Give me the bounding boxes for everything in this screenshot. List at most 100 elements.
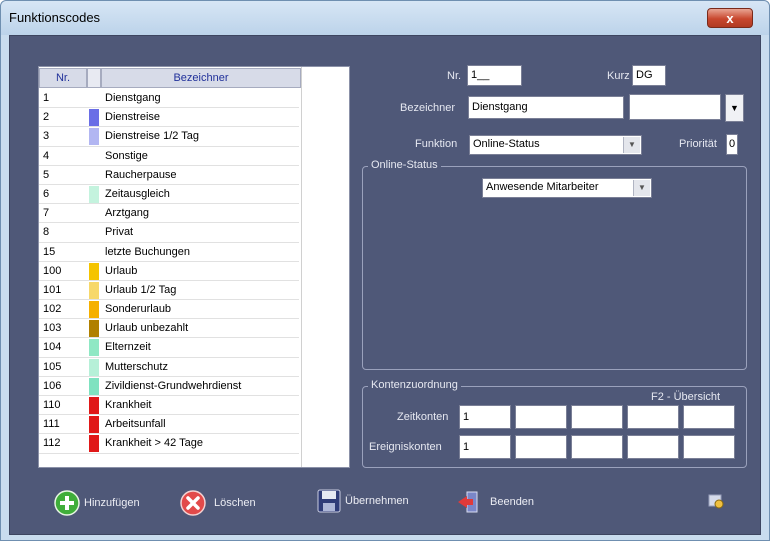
client-area: Nr. Bezeichner 1 Dienstgang 2 Dienstreise 3 D…	[9, 35, 761, 535]
row-nr: 1	[43, 92, 50, 104]
row-nr: 15	[43, 245, 56, 258]
ereigniskonto-field[interactable]	[515, 435, 567, 459]
list-row[interactable]: 8 Privat	[39, 223, 299, 243]
row-color-swatch	[89, 205, 99, 222]
list-row[interactable]: 3 Dienstreise 1/2 Tag	[39, 127, 299, 147]
bezeichner-input[interactable]: Dienstgang	[468, 96, 624, 119]
list-row[interactable]: 104 Elternzeit	[39, 338, 299, 358]
row-color-swatch	[89, 90, 99, 107]
funktion-label: Funktion	[415, 138, 458, 150]
ereigniskonto-field[interactable]: 1	[459, 435, 511, 459]
zeitkonto-field[interactable]	[515, 405, 567, 429]
row-name: Sonstige	[105, 149, 148, 162]
column-header-color[interactable]	[87, 68, 101, 88]
row-color-swatch	[89, 281, 99, 299]
row-name: Raucherpause	[105, 168, 177, 181]
color-picker-field[interactable]	[629, 94, 721, 120]
column-header-nr[interactable]: Nr.	[39, 68, 87, 88]
list-row[interactable]: 1 Dienstgang	[39, 89, 299, 109]
row-name: letzte Buchungen	[105, 245, 191, 258]
funktion-select[interactable]: Online-Status ▼	[469, 135, 642, 155]
row-name: Krankheit	[105, 399, 152, 411]
row-color-swatch	[89, 262, 99, 280]
row-name: Mutterschutz	[105, 360, 168, 373]
row-nr: 104	[43, 341, 62, 354]
kontenzuordnung-title: Kontenzuordnung	[368, 379, 461, 391]
list-row[interactable]: 112 Krankheit > 42 Tage	[39, 434, 299, 454]
add-button[interactable]: Hinzufügen	[54, 490, 164, 518]
row-color-swatch	[89, 416, 99, 434]
function-code-list[interactable]: Nr. Bezeichner 1 Dienstgang 2 Dienstreise 3 D…	[38, 66, 350, 468]
list-row[interactable]: 110 Krankheit	[39, 396, 299, 416]
ereigniskonten-label: Ereigniskonten	[369, 441, 442, 453]
row-nr: 8	[43, 226, 50, 239]
list-row[interactable]: 106 Zivildienst-Grundwehrdienst	[39, 377, 299, 396]
list-row[interactable]: 7 Arztgang	[39, 204, 299, 224]
save-button-label: Übernehmen	[345, 495, 409, 507]
plus-icon	[54, 490, 80, 516]
list-row[interactable]: 105 Mutterschutz	[39, 358, 299, 377]
list-row[interactable]: 15 letzte Buchungen	[39, 243, 299, 262]
exit-door-icon	[458, 491, 478, 513]
zeitkonto-field[interactable]	[683, 405, 735, 429]
row-name: Urlaub	[105, 264, 138, 277]
kurz-label: Kurz	[607, 70, 630, 82]
zeitkonto-field[interactable]	[571, 405, 623, 429]
list-row[interactable]: 2 Dienstreise	[39, 108, 299, 128]
row-nr: 105	[43, 360, 62, 373]
nr-label: Nr.	[447, 70, 462, 82]
row-name: Zeitausgleich	[105, 187, 170, 200]
application-window: Funktionscodes x Nr. Bezeichner 1 Dienstg…	[0, 0, 770, 541]
delete-button[interactable]: Löschen	[180, 490, 280, 518]
online-status-group: Online-Status Anwesende Mitarbeiter ▼	[362, 159, 747, 370]
row-color-swatch	[89, 224, 99, 241]
row-color-swatch	[89, 435, 99, 453]
add-button-label: Hinzufügen	[84, 497, 140, 509]
list-row[interactable]: 111 Arbeitsunfall	[39, 415, 299, 435]
ereigniskonto-field[interactable]	[683, 435, 735, 459]
save-button[interactable]: Übernehmen	[316, 488, 436, 516]
list-row[interactable]: 101 Urlaub 1/2 Tag	[39, 281, 299, 301]
list-row[interactable]: 4 Sonstige	[39, 147, 299, 166]
bezeichner-label: Bezeichner	[400, 102, 456, 114]
online-status-value: Anwesende Mitarbeiter	[486, 181, 599, 193]
list-row[interactable]: 5 Raucherpause	[39, 166, 299, 185]
exit-button-label: Beenden	[490, 496, 535, 508]
close-button[interactable]: x	[707, 8, 753, 28]
list-row[interactable]: 102 Sonderurlaub	[39, 300, 299, 320]
row-name: Krankheit > 42 Tage	[105, 437, 203, 450]
color-dropdown-button[interactable]: ▼	[725, 94, 744, 122]
f2-overview-hint: F2 - Übersicht	[651, 391, 721, 403]
row-nr: 111	[43, 418, 60, 431]
zeitkonto-field[interactable]: 1	[459, 405, 511, 429]
row-name: Arbeitsunfall	[105, 418, 166, 431]
row-color-swatch	[89, 339, 99, 357]
column-header-name[interactable]: Bezeichner	[101, 68, 301, 88]
nr-input[interactable]: 1__	[467, 65, 522, 86]
ereigniskonto-field[interactable]	[571, 435, 623, 459]
chevron-down-icon: ▼	[623, 137, 640, 153]
kurz-input[interactable]: DG	[632, 65, 666, 86]
row-name: Zivildienst-Grundwehrdienst	[105, 379, 242, 392]
row-name: Sonderurlaub	[105, 303, 172, 316]
exit-button[interactable]: Beenden	[456, 489, 556, 517]
zeitkonto-field[interactable]	[627, 405, 679, 429]
online-status-select[interactable]: Anwesende Mitarbeiter ▼	[482, 178, 652, 198]
kontenzuordnung-group: Kontenzuordnung F2 - Übersicht Zeitkonte…	[362, 379, 747, 468]
row-nr: 101	[43, 283, 62, 296]
row-nr: 6	[43, 187, 50, 200]
row-nr: 112	[43, 437, 61, 450]
row-nr: 106	[43, 379, 62, 392]
row-color-swatch	[89, 185, 99, 203]
settings-icon[interactable]	[708, 493, 724, 509]
prioritaet-input[interactable]: 0	[726, 134, 738, 155]
list-row[interactable]: 100 Urlaub	[39, 262, 299, 281]
delete-x-icon	[180, 490, 206, 516]
list-header: Nr. Bezeichner	[39, 67, 329, 89]
list-row[interactable]: 103 Urlaub unbezahlt	[39, 319, 299, 339]
list-row[interactable]: 6 Zeitausgleich	[39, 185, 299, 205]
funktion-value: Online-Status	[473, 138, 540, 150]
row-name: Elternzeit	[105, 341, 151, 354]
ereigniskonto-field[interactable]	[627, 435, 679, 459]
row-color-swatch	[89, 244, 99, 261]
